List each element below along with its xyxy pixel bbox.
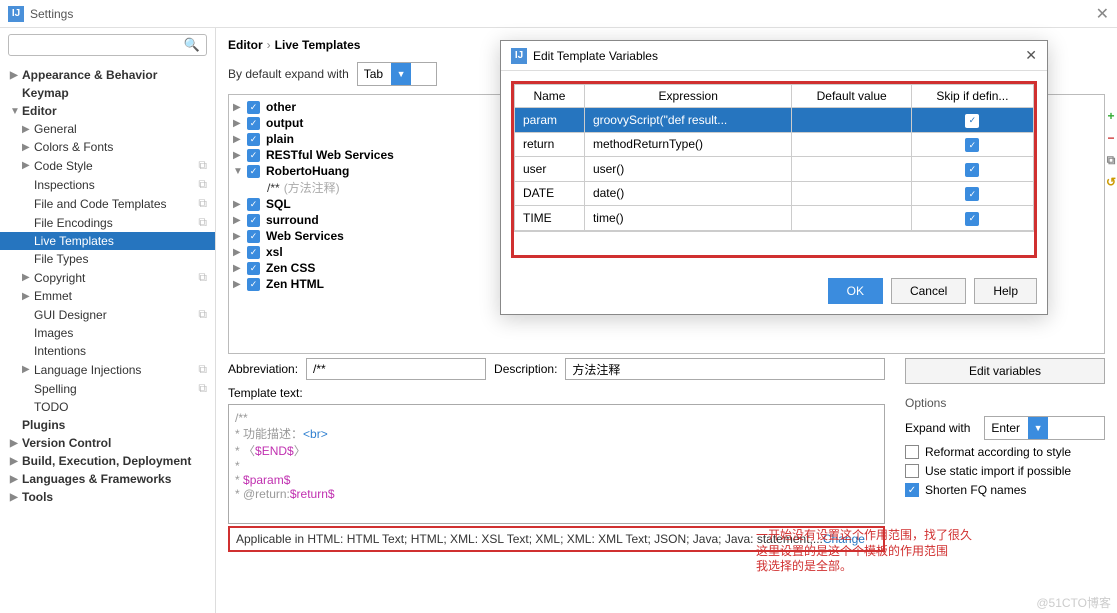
variables-table[interactable]: NameExpressionDefault valueSkip if defin… (514, 84, 1034, 231)
abbr-input[interactable] (306, 358, 486, 380)
add-icon[interactable]: + (1103, 108, 1117, 124)
sidebar-item-build-execution-deployment[interactable]: ▶Build, Execution, Deployment (0, 452, 215, 470)
desc-label: Description: (494, 362, 557, 376)
app-logo: IJ (8, 6, 24, 22)
help-button[interactable]: Help (974, 278, 1037, 304)
static-import-checkbox[interactable] (905, 464, 919, 478)
dialog-close-icon[interactable]: ✕ (1025, 47, 1037, 64)
table-header[interactable]: Skip if defin... (911, 85, 1033, 108)
sidebar-item-copyright[interactable]: ▶Copyright⧉ (0, 268, 215, 287)
sidebar-item-gui-designer[interactable]: GUI Designer⧉ (0, 305, 215, 324)
template-text-label: Template text: (228, 386, 885, 400)
sidebar-item-spelling[interactable]: Spelling⧉ (0, 379, 215, 398)
settings-tree[interactable]: ▶Appearance & BehaviorKeymap▼Editor▶Gene… (0, 62, 215, 613)
reformat-checkbox[interactable] (905, 445, 919, 459)
search-icon: 🔍 (184, 37, 200, 53)
expand-with-label: Expand with (905, 421, 970, 435)
sidebar-item-emmet[interactable]: ▶Emmet (0, 287, 215, 305)
dialog-title: Edit Template Variables (533, 49, 658, 63)
sidebar-item-plugins[interactable]: Plugins (0, 416, 215, 434)
table-header[interactable]: Expression (584, 85, 792, 108)
edit-variables-dialog: IJ Edit Template Variables ✕ NameExpress… (500, 40, 1048, 315)
sidebar-item-editor[interactable]: ▼Editor (0, 102, 215, 120)
table-row[interactable]: TIMEtime()✓ (515, 206, 1034, 231)
table-row[interactable]: useruser()✓ (515, 157, 1034, 182)
sidebar-item-version-control[interactable]: ▶Version Control (0, 434, 215, 452)
table-row[interactable]: paramgroovyScript("def result...✓ (515, 108, 1034, 133)
sidebar-item-live-templates[interactable]: Live Templates (0, 232, 215, 250)
annotation-text: 一开始没有设置这个作用范围，找了很久 这里设置的是这个个模板的作用范围 我选择的… (756, 528, 972, 575)
sidebar-item-file-and-code-templates[interactable]: File and Code Templates⧉ (0, 194, 215, 213)
edit-variables-button[interactable]: Edit variables (905, 358, 1105, 384)
sidebar-item-images[interactable]: Images (0, 324, 215, 342)
cancel-button[interactable]: Cancel (891, 278, 966, 304)
desc-input[interactable] (565, 358, 885, 380)
search-input[interactable] (15, 38, 184, 52)
sidebar-item-code-style[interactable]: ▶Code Style⧉ (0, 156, 215, 175)
shorten-fq-checkbox[interactable]: ✓ (905, 483, 919, 497)
table-row[interactable]: DATEdate()✓ (515, 181, 1034, 206)
ok-button[interactable]: OK (828, 278, 883, 304)
expand-label: By default expand with (228, 67, 349, 81)
abbr-label: Abbreviation: (228, 362, 298, 376)
table-header[interactable]: Default value (792, 85, 911, 108)
sidebar-item-tools[interactable]: ▶Tools (0, 488, 215, 506)
sidebar-item-inspections[interactable]: Inspections⧉ (0, 175, 215, 194)
expand-select[interactable]: Tab▼ (357, 62, 437, 86)
sidebar-item-general[interactable]: ▶General (0, 120, 215, 138)
sidebar-item-file-encodings[interactable]: File Encodings⧉ (0, 213, 215, 232)
copy-icon[interactable]: ⧉ (1103, 152, 1117, 168)
dialog-logo: IJ (511, 48, 527, 64)
watermark: @51CTO博客 (1036, 594, 1111, 611)
sidebar-item-colors-fonts[interactable]: ▶Colors & Fonts (0, 138, 215, 156)
sidebar-item-todo[interactable]: TODO (0, 398, 215, 416)
table-header[interactable]: Name (515, 85, 585, 108)
expand-with-select[interactable]: Enter▼ (984, 416, 1105, 440)
sidebar-item-intentions[interactable]: Intentions (0, 342, 215, 360)
options-header: Options (905, 396, 1105, 410)
window-title: Settings (30, 7, 73, 21)
table-row[interactable]: returnmethodReturnType()✓ (515, 132, 1034, 157)
sidebar-item-languages-frameworks[interactable]: ▶Languages & Frameworks (0, 470, 215, 488)
sidebar-item-keymap[interactable]: Keymap (0, 84, 215, 102)
sidebar-item-appearance-behavior[interactable]: ▶Appearance & Behavior (0, 66, 215, 84)
remove-icon[interactable]: − (1103, 130, 1117, 146)
template-text-area[interactable]: /** * 功能描述：<br> * 〈$END$〉 * * $param$ * … (228, 404, 885, 524)
search-box[interactable]: 🔍 (8, 34, 207, 56)
close-icon[interactable]: ✕ (1096, 4, 1109, 24)
restore-icon[interactable]: ↺ (1103, 174, 1117, 190)
sidebar-item-language-injections[interactable]: ▶Language Injections⧉ (0, 360, 215, 379)
sidebar-item-file-types[interactable]: File Types (0, 250, 215, 268)
